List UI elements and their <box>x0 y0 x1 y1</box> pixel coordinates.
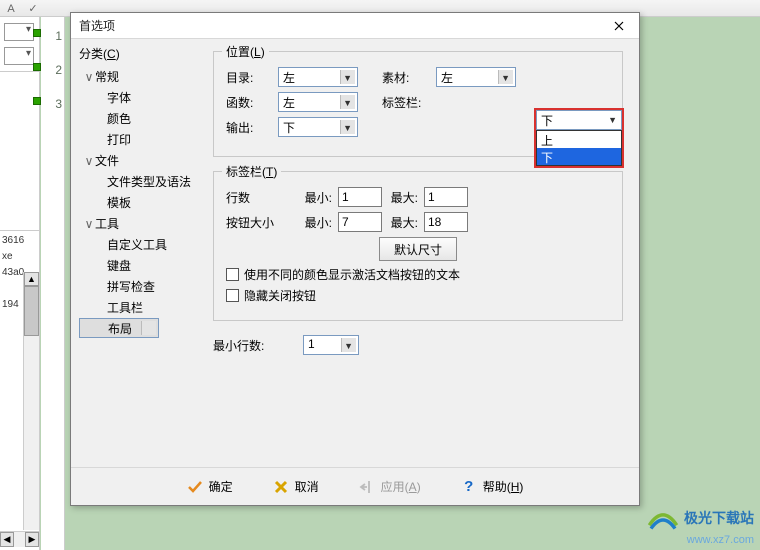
close-button[interactable] <box>599 13 639 38</box>
checkbox-diffcolor[interactable] <box>226 268 239 281</box>
label-min: 最小: <box>296 214 338 231</box>
label-catalog: 目录: <box>226 69 278 86</box>
select-function[interactable]: 左▼ <box>278 92 358 112</box>
line-gutter: 1 2 3 <box>41 17 65 550</box>
settings-panel: 位置(L) 目录: 左▼ 素材: 左▼ 函数: 左▼ 标签栏: ▼ 输出: <box>207 39 639 467</box>
tool-icon[interactable]: A <box>0 0 22 17</box>
horizontal-scrollbar[interactable]: ◀▶ <box>0 531 39 547</box>
position-group: 位置(L) 目录: 左▼ 素材: 左▼ 函数: 左▼ 标签栏: ▼ 输出: <box>213 51 623 157</box>
label-rows: 行数 <box>226 189 296 206</box>
watermark: 极光下载站 www.xz7.com <box>645 508 754 546</box>
category-tree[interactable]: ∨常规 字体 颜色 打印 ∨文件 文件类型及语法 模板 ∨工具 自定义工具 键盘… <box>79 66 203 338</box>
label-max: 最大: <box>382 214 424 231</box>
tree-node-spell[interactable]: 拼写检查 <box>79 276 203 297</box>
panel-combo[interactable] <box>4 47 34 65</box>
tree-node-print[interactable]: 打印 <box>79 129 203 150</box>
tree-node-tools[interactable]: ∨工具 <box>79 213 203 234</box>
label-output: 输出: <box>226 119 278 136</box>
group-legend: 位置(L) <box>222 43 269 60</box>
line-number: 3 <box>41 85 64 119</box>
vertical-scrollbar[interactable]: ▲ <box>23 272 39 530</box>
checkbox-hideclose[interactable] <box>226 289 239 302</box>
label-btnsize: 按钮大小 <box>226 214 296 231</box>
apply-button[interactable]: 应用(A) <box>359 478 421 495</box>
label-material: 素材: <box>382 69 436 86</box>
dropdown-option-up[interactable]: 上 <box>537 131 621 148</box>
input-btn-max[interactable] <box>424 212 468 232</box>
input-rows-max[interactable] <box>424 187 468 207</box>
panel-text: 3616 <box>0 235 39 251</box>
input-btn-min[interactable] <box>338 212 382 232</box>
preferences-dialog: 首选项 分类(C) ∨常规 字体 颜色 打印 ∨文件 文件类型及语法 模板 ∨工… <box>70 12 640 506</box>
dialog-button-bar: 确定 取消 应用(A) ? 帮助(H) <box>71 467 639 505</box>
group-legend: 标签栏(T) <box>222 163 281 180</box>
tool-icon[interactable]: ✓ <box>22 0 44 17</box>
tree-node-general[interactable]: ∨常规 <box>79 66 203 87</box>
label-min: 最小: <box>296 189 338 206</box>
tabbar-dropdown-open[interactable]: 下▼ 上 下 <box>534 108 624 168</box>
label-tabbar: 标签栏: <box>382 94 436 111</box>
select-catalog[interactable]: 左▼ <box>278 67 358 87</box>
panel-combo[interactable] <box>4 23 34 41</box>
dropdown-option-down[interactable]: 下 <box>537 148 621 165</box>
cancel-button[interactable]: 取消 <box>273 478 319 495</box>
watermark-text: 极光下载站 <box>684 510 754 526</box>
default-size-button[interactable]: 默认尺寸 <box>379 237 457 261</box>
help-icon: ? <box>461 479 477 495</box>
tree-node-color[interactable]: 颜色 <box>79 108 203 129</box>
tabbar-group: 标签栏(T) 行数 最小: 最大: 按钮大小 最小: 最大: 默认尺寸 <box>213 171 623 321</box>
label-function: 函数: <box>226 94 278 111</box>
panel-text: xe <box>0 251 39 267</box>
apply-icon <box>359 479 375 495</box>
checkbox-label: 隐藏关闭按钮 <box>244 287 316 304</box>
select-material[interactable]: 左▼ <box>436 67 516 87</box>
check-icon <box>187 479 203 495</box>
tree-node-font[interactable]: 字体 <box>79 87 203 108</box>
label-minrows: 最小行数: <box>213 337 303 354</box>
tree-node-customtools[interactable]: 自定义工具 <box>79 234 203 255</box>
dropdown-list[interactable]: 上 下 <box>536 130 622 166</box>
label-max: 最大: <box>382 189 424 206</box>
dialog-title: 首选项 <box>71 17 599 34</box>
help-button[interactable]: ? 帮助(H) <box>461 478 524 495</box>
line-number: 1 <box>41 17 64 51</box>
select-output[interactable]: 下▼ <box>278 117 358 137</box>
tree-node-toolbar[interactable]: 工具栏 <box>79 297 203 318</box>
logo-icon <box>645 508 681 532</box>
category-tree-panel: 分类(C) ∨常规 字体 颜色 打印 ∨文件 文件类型及语法 模板 ∨工具 自定… <box>71 39 207 467</box>
input-rows-min[interactable] <box>338 187 382 207</box>
dropdown-value[interactable]: 下▼ <box>536 110 622 130</box>
checkbox-label: 使用不同的颜色显示激活文档按钮的文本 <box>244 266 460 283</box>
tree-node-keyboard[interactable]: 键盘 <box>79 255 203 276</box>
cross-icon <box>273 479 289 495</box>
tree-node-template[interactable]: 模板 <box>79 192 203 213</box>
ok-button[interactable]: 确定 <box>187 478 233 495</box>
watermark-url: www.xz7.com <box>687 534 754 546</box>
tree-node-filetypes[interactable]: 文件类型及语法 <box>79 171 203 192</box>
tree-node-file[interactable]: ∨文件 <box>79 150 203 171</box>
select-minrows[interactable]: 1▼ <box>303 335 359 355</box>
tree-label: 分类(C) <box>79 45 203 66</box>
titlebar[interactable]: 首选项 <box>71 13 639 39</box>
tree-node-layout[interactable]: 布局 <box>79 318 159 338</box>
line-number: 2 <box>41 51 64 85</box>
